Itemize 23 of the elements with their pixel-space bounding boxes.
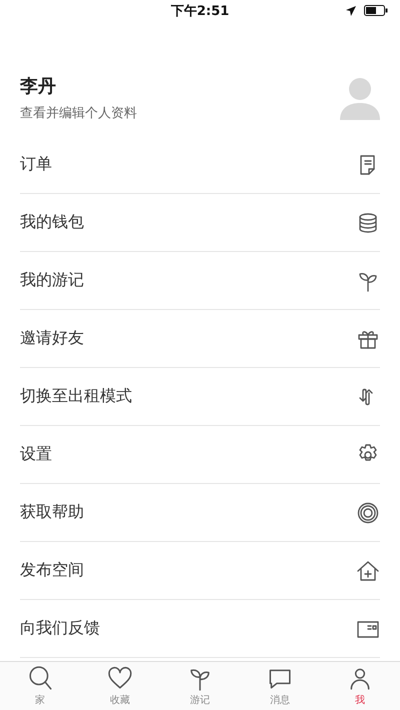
house-plus-icon bbox=[356, 558, 380, 582]
tab[interactable]: 消息 bbox=[240, 662, 320, 710]
tab[interactable]: 我 bbox=[320, 662, 400, 710]
menu-item[interactable]: 设置 bbox=[20, 426, 380, 484]
menu-item[interactable]: 邀请好友 bbox=[20, 310, 380, 368]
menu-item[interactable]: 切换至出租模式 bbox=[20, 368, 380, 426]
menu-item[interactable]: 向我们反馈 bbox=[20, 600, 380, 658]
battery-icon bbox=[364, 5, 388, 16]
tab[interactable]: 家 bbox=[0, 662, 80, 710]
heart-icon bbox=[107, 665, 133, 691]
lifebuoy-icon bbox=[356, 500, 380, 524]
menu-item[interactable]: 订单 bbox=[20, 136, 380, 194]
menu-item[interactable]: 发布空间 bbox=[20, 542, 380, 600]
location-icon bbox=[346, 6, 356, 16]
avatar-icon[interactable] bbox=[340, 76, 380, 120]
menu-item[interactable]: 获取帮助 bbox=[20, 484, 380, 542]
status-time: 下午2:51 bbox=[170, 3, 230, 20]
tab[interactable]: 游记 bbox=[160, 662, 240, 710]
search-icon bbox=[27, 665, 53, 691]
profile-name: 李丹 bbox=[20, 75, 57, 98]
profile-link[interactable]: 查看并编辑个人资料 bbox=[20, 104, 137, 122]
menu-item[interactable]: 我的游记 bbox=[20, 252, 380, 310]
menu-item[interactable]: 我的钱包 bbox=[20, 194, 380, 252]
